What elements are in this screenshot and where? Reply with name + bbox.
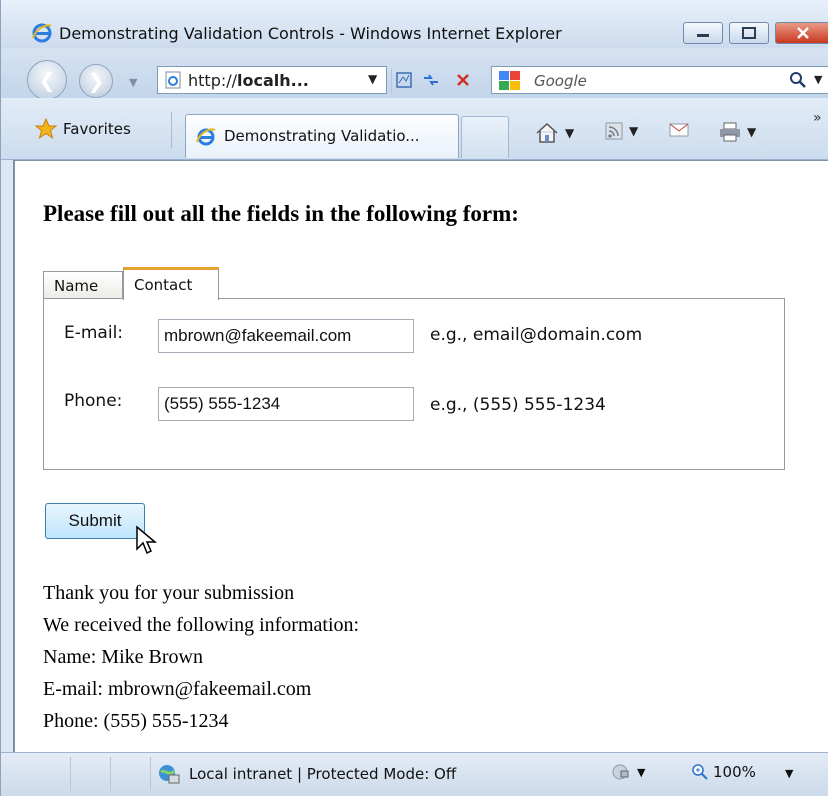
home-button[interactable]: ▼ [535,122,574,144]
mouse-cursor-icon [136,525,158,555]
feeds-button[interactable]: ▼ [605,122,638,140]
mail-icon [669,123,689,137]
feeds-dropdown-icon[interactable]: ▼ [629,124,638,138]
read-mail-button[interactable] [669,122,689,138]
google-search-provider-icon [499,71,520,90]
zoom-control[interactable]: 100% [691,763,756,781]
more-commands-chevron-icon[interactable]: » [813,110,822,126]
internet-explorer-tab-icon [196,128,216,146]
phone-label: Phone: [64,391,123,411]
maximize-icon [742,27,756,39]
submit-button[interactable]: Submit [45,503,145,539]
page-content: Please fill out all the fields in the fo… [13,160,828,752]
print-dropdown-icon[interactable]: ▼ [747,125,756,139]
back-arrow-icon: ❮ [38,68,56,92]
home-dropdown-icon[interactable]: ▼ [565,126,574,140]
stop-button[interactable] [451,68,475,92]
result-line: Phone: (555) 555-1234 [43,710,229,732]
protected-mode-toggle[interactable]: ▼ [611,763,645,781]
globe-lock-icon [612,764,629,780]
tab-name[interactable]: Name [43,271,123,299]
internet-explorer-icon [32,23,52,43]
back-button[interactable]: ❮ [27,60,67,100]
email-field[interactable]: mbrown@fakeemail.com [158,319,414,353]
status-cell [31,757,71,791]
address-bar[interactable]: http://localh... ▼ [157,66,387,94]
result-line: Name: Mike Brown [43,646,203,668]
zoom-magnifier-icon [692,764,708,780]
recent-pages-dropdown-icon[interactable]: ▼ [129,76,137,89]
local-intranet-icon [159,765,180,784]
new-tab-button[interactable] [461,116,509,158]
stop-icon [457,74,469,86]
title-bar[interactable]: Demonstrating Validation Controls - Wind… [1,0,828,48]
browser-window: Demonstrating Validation Controls - Wind… [0,0,828,796]
rss-feed-icon [605,122,623,140]
printer-icon [720,122,740,142]
search-icon[interactable] [788,70,808,90]
forward-button[interactable]: ❯ [79,64,113,98]
browser-tab-active[interactable]: Demonstrating Validatio... [185,114,459,158]
email-label: E-mail: [64,323,124,343]
navigation-bar: ❮ ❯ ▼ http://localh... ▼ Google ▼ [1,48,828,100]
submission-result: Thank you for your submission We receive… [43,577,359,737]
home-icon [536,122,558,143]
security-zone[interactable]: Local intranet | Protected Mode: Off [157,763,456,785]
status-cell [71,757,111,791]
page-icon [165,71,181,89]
tab-contact[interactable]: Contact [123,267,219,300]
minimize-button[interactable] [683,22,723,44]
result-line: Thank you for your submission [43,582,295,604]
status-bar: Local intranet | Protected Mode: Off ▼ 1… [1,752,828,796]
address-url: http://localh... [188,71,309,90]
favorites-button[interactable]: Favorites [35,114,131,144]
compatibility-view-icon [395,72,412,88]
search-placeholder: Google [534,72,587,90]
tab-label: Demonstrating Validatio... [224,127,420,145]
search-box[interactable]: Google ▼ [491,66,828,94]
close-button[interactable] [775,22,828,44]
print-button[interactable]: ▼ [719,122,756,142]
result-line: We received the following information: [43,614,360,636]
protected-mode-dropdown-icon[interactable]: ▼ [637,766,645,779]
close-icon [796,27,809,39]
favorites-star-icon [35,118,57,140]
refresh-button[interactable] [419,68,443,92]
contact-tab-panel: E-mail: mbrown@fakeemail.com e.g., email… [43,298,785,470]
security-zone-label: Local intranet | Protected Mode: Off [189,765,457,783]
address-dropdown-icon[interactable]: ▼ [368,72,377,86]
phone-field[interactable]: (555) 555-1234 [158,387,414,421]
zoom-dropdown-icon[interactable]: ▼ [785,767,793,780]
search-options-dropdown-icon[interactable]: ▼ [814,73,822,86]
status-cell [111,757,151,791]
minimize-icon [697,34,709,37]
favorites-label: Favorites [63,120,131,138]
form-heading: Please fill out all the fields in the fo… [43,201,519,226]
maximize-button[interactable] [729,22,769,44]
email-format-hint: e.g., email@domain.com [430,325,643,345]
favorites-bar: Favorites Demonstrating Validatio... ▼ ▼… [1,98,828,160]
refresh-icon [424,74,438,86]
window-title: Demonstrating Validation Controls - Wind… [59,24,562,43]
favorites-separator [171,112,172,148]
zoom-level: 100% [713,763,756,781]
compatibility-view-button[interactable] [391,68,415,92]
phone-format-hint: e.g., (555) 555-1234 [430,395,606,415]
result-line: E-mail: mbrown@fakeemail.com [43,678,312,700]
forward-arrow-icon: ❯ [87,69,105,93]
